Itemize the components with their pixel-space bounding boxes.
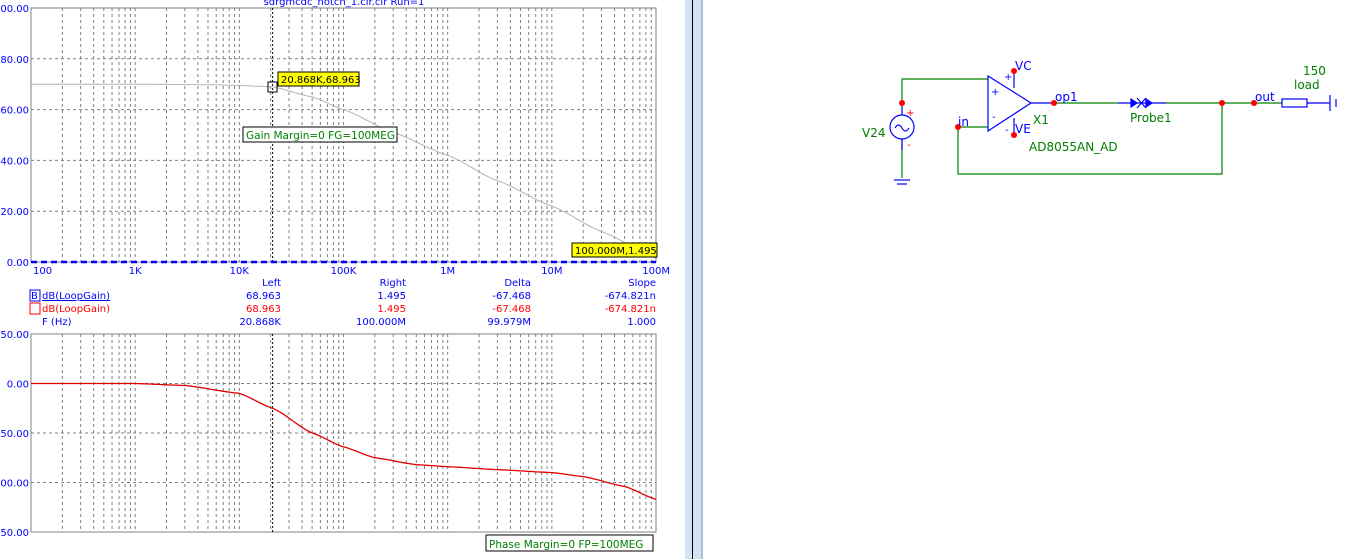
probe-label: Probe1 (1130, 111, 1172, 125)
trace-name-phase[interactable]: dB(LoopGain) (42, 304, 110, 315)
value: -674.821n (605, 291, 656, 302)
col-slope: Slope (628, 278, 656, 289)
y-tick-label: -50.00 (0, 429, 29, 440)
cursor-left-label: 20.868K,68.963 (281, 75, 361, 86)
probe-icon[interactable] (1118, 97, 1166, 109)
value: 1.495 (377, 304, 406, 315)
node-vc: VC (1015, 59, 1032, 73)
opamp-ref: X1 (1033, 113, 1049, 127)
voltage-source-icon[interactable] (889, 103, 915, 150)
opamp-plus: + (991, 87, 999, 98)
x-tick-label: 100 (33, 266, 52, 277)
value: 1.000 (627, 317, 656, 328)
y-tick-label: 40.00 (0, 156, 29, 167)
x-tick-label: 10M (541, 266, 562, 277)
col-right: Right (380, 278, 406, 289)
y-tick-label: 80.00 (0, 55, 29, 66)
plot-area[interactable]: sdrgmcdc_notch_1.cir.cir Run=1 100.00 80.… (0, 0, 685, 559)
value: 100.000M (356, 317, 406, 328)
value: 68.963 (246, 291, 281, 302)
plot-title: sdrgmcdc_notch_1.cir.cir Run=1 (264, 0, 425, 8)
source-label: V24 (862, 126, 885, 140)
value: 20.868K (239, 317, 281, 328)
opamp-icon[interactable] (987, 71, 1054, 135)
y-tick-label: 60.00 (0, 106, 29, 117)
x-tick-label: 10K (230, 266, 250, 277)
y-tick-label: 50.00 (0, 330, 29, 341)
cursor-right-label: 100.000M,1.495 (575, 246, 657, 257)
cursor-table: Left Right Delta Slope B dB(LoopGain) 68… (29, 278, 656, 328)
trace-name-gain[interactable]: dB(LoopGain) (42, 291, 110, 302)
value: 1.495 (377, 291, 406, 302)
value: 99.979M (487, 317, 531, 328)
vc-sign: + (1004, 72, 1012, 83)
ve-sign: - (1005, 125, 1009, 136)
y-tick-label: -150.00 (0, 528, 29, 539)
splitter-bar[interactable] (685, 0, 703, 559)
wires (901, 78, 1282, 178)
node-ve: VE (1015, 122, 1031, 136)
value: -674.821n (605, 304, 656, 315)
value: -67.468 (492, 291, 531, 302)
col-delta: Delta (504, 278, 531, 289)
source-plus: + (906, 108, 914, 119)
nodes (899, 68, 1257, 138)
x-tick-label: 1K (129, 266, 142, 277)
opamp-part: AD8055AN_AD (1029, 140, 1118, 154)
ground-icon (894, 179, 910, 185)
node-in: in (958, 115, 969, 129)
trace-marker-red[interactable] (29, 302, 41, 315)
source-minus: - (907, 140, 911, 151)
node-op1: op1 (1055, 90, 1078, 104)
freq-row-label: F (Hz) (42, 317, 72, 328)
x-tick-label: 100K (331, 266, 357, 277)
col-left: Left (262, 278, 281, 289)
opamp-minus: - (992, 112, 996, 123)
y-tick-label: 0.00 (7, 258, 29, 269)
y-tick-label: 20.00 (0, 207, 29, 218)
resistor-icon[interactable] (1281, 95, 1337, 111)
y-tick-label: -100.00 (0, 479, 29, 490)
y-tick-label: 100.00 (0, 4, 29, 15)
node-out: out (1255, 90, 1275, 104)
x-tick-label: 1M (440, 266, 455, 277)
gain-margin-label: Gain Margin=0 FG=100MEG (246, 130, 395, 142)
resistor-value: 150 (1303, 64, 1326, 78)
value: -67.468 (492, 304, 531, 315)
phase-plot[interactable]: 50.00 0.00 -50.00 -100.00 -150.00 (0, 330, 657, 539)
x-tick-label: 100M (642, 266, 670, 277)
y-tick-label: 0.00 (7, 380, 29, 391)
value: 68.963 (246, 304, 281, 315)
resistor-name: load (1294, 78, 1320, 92)
trace-marker-b-label: B (31, 291, 38, 302)
phase-margin-label: Phase Margin=0 FP=100MEG (489, 539, 643, 551)
